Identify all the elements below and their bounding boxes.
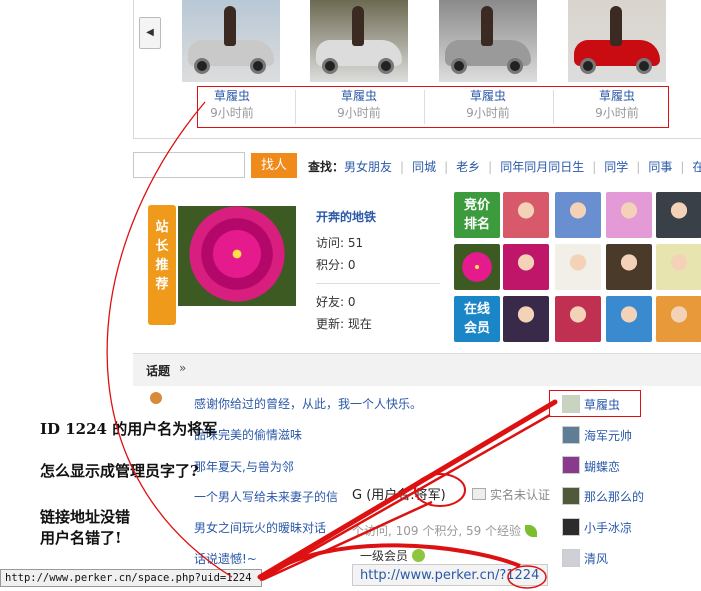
annotation-strokes	[106, 101, 558, 589]
